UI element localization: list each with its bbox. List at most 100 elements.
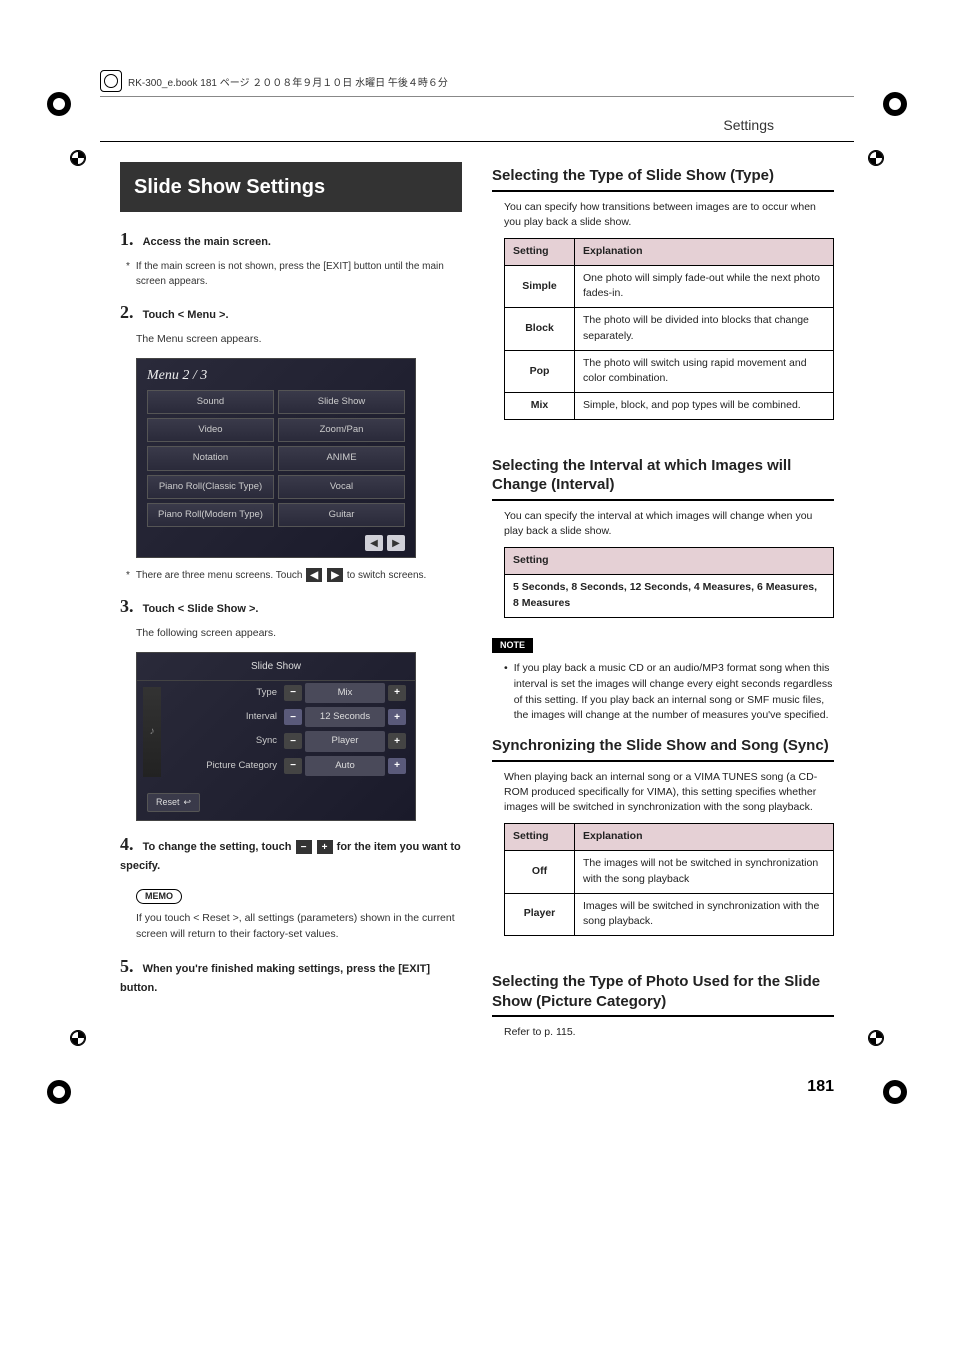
- asterisk-icon: *: [126, 259, 130, 289]
- menu-item: ANIME: [278, 446, 405, 470]
- slide-label: Sync: [175, 734, 283, 748]
- note-text: If you play back a music CD or an audio/…: [514, 661, 834, 724]
- minus-icon: −: [296, 840, 312, 854]
- step-1: 1. Access the main screen.: [120, 226, 462, 253]
- book-icon: [100, 70, 122, 92]
- page: RK-300_e.book 181 ページ ２００８年９月１０日 水曜日 午後４…: [0, 0, 954, 1136]
- slide-row-interval: Interval − 12 Seconds +: [167, 705, 415, 729]
- slide-row-type: Type − Mix +: [167, 681, 415, 705]
- slide-value: 12 Seconds: [305, 707, 385, 727]
- left-arrow-icon: ◀: [306, 568, 322, 582]
- right-column: Selecting the Type of Slide Show (Type) …: [492, 162, 834, 1048]
- step-3: 3. Touch < Slide Show >.: [120, 593, 462, 620]
- step-2-sub: The Menu screen appears.: [136, 332, 462, 348]
- type-table: SettingExplanation SimpleOne photo will …: [504, 238, 834, 420]
- step-2-note: * There are three menu screens. Touch ◀ …: [126, 568, 462, 583]
- step-text: Touch < Slide Show >.: [143, 603, 259, 615]
- memo-text: If you touch < Reset >, all settings (pa…: [136, 911, 462, 943]
- td-explanation: One photo will simply fade-out while the…: [575, 265, 834, 308]
- td-setting: Block: [505, 308, 575, 351]
- th-explanation: Explanation: [575, 238, 834, 265]
- step-5: 5. When you're finished making settings,…: [120, 953, 462, 997]
- note-text-pre: There are three menu screens. Touch: [136, 570, 305, 581]
- register-mark-icon: [868, 150, 884, 166]
- title-bar: Slide Show Settings: [120, 162, 462, 212]
- minus-icon: −: [284, 733, 302, 749]
- heading-picture-category: Selecting the Type of Photo Used for the…: [492, 972, 834, 1017]
- th-explanation: Explanation: [575, 824, 834, 851]
- register-mark-icon: [70, 1030, 86, 1046]
- step-text-pre: To change the setting, touch: [143, 841, 295, 853]
- step-text: When you're finished making settings, pr…: [120, 963, 430, 994]
- plus-icon: +: [317, 840, 333, 854]
- step-number: 4.: [120, 834, 134, 854]
- slide-label: Type: [175, 686, 283, 700]
- reset-label: Reset: [156, 796, 180, 810]
- minus-icon: −: [284, 685, 302, 701]
- plus-icon: +: [388, 758, 406, 774]
- section-heading: Settings: [100, 117, 854, 142]
- reset-button: Reset ↩: [147, 793, 200, 813]
- td-setting: Simple: [505, 265, 575, 308]
- plus-icon: +: [388, 709, 406, 725]
- asterisk-icon: *: [126, 568, 130, 583]
- menu-item: Video: [147, 418, 274, 442]
- minus-icon: −: [284, 709, 302, 725]
- slide-title: Slide Show: [137, 653, 415, 681]
- td-explanation: The photo will switch using rapid moveme…: [575, 350, 834, 393]
- memo-badge: MEMO: [136, 889, 182, 905]
- step-text: To change the setting, touch − + for the…: [120, 841, 461, 872]
- td-setting: Off: [505, 851, 575, 894]
- note-text: There are three menu screens. Touch ◀ ▶ …: [136, 568, 426, 583]
- bullet-icon: •: [504, 661, 508, 724]
- left-column: Slide Show Settings 1. Access the main s…: [120, 162, 462, 1048]
- note-text: If the main screen is not shown, press t…: [136, 259, 462, 289]
- step-3-sub: The following screen appears.: [136, 626, 462, 642]
- step-text: Touch < Menu >.: [143, 309, 229, 321]
- doc-header-bar: RK-300_e.book 181 ページ ２００８年９月１０日 水曜日 午後４…: [100, 70, 854, 97]
- menu-item: Sound: [147, 390, 274, 414]
- td-explanation: The images will not be switched in synch…: [575, 851, 834, 894]
- interval-table: Setting 5 Seconds, 8 Seconds, 12 Seconds…: [504, 547, 834, 617]
- note-icon: ♪: [143, 687, 161, 777]
- heading-type: Selecting the Type of Slide Show (Type): [492, 166, 834, 192]
- crop-mark-icon: [881, 1078, 909, 1106]
- menu-item: Slide Show: [278, 390, 405, 414]
- heading-interval: Selecting the Interval at which Images w…: [492, 456, 834, 501]
- sync-table: SettingExplanation OffThe images will no…: [504, 823, 834, 936]
- menu-item: Piano Roll(Classic Type): [147, 475, 274, 499]
- slide-show-screenshot: Slide Show ♪ Type − Mix + Interval −: [136, 652, 416, 822]
- th-setting: Setting: [505, 548, 834, 575]
- menu-item: Notation: [147, 446, 274, 470]
- td-explanation: Images will be switched in synchronizati…: [575, 893, 834, 936]
- slide-row-sync: Sync − Player +: [167, 729, 415, 753]
- th-setting: Setting: [505, 238, 575, 265]
- prev-page-icon: ◀: [365, 535, 383, 551]
- register-mark-icon: [868, 1030, 884, 1046]
- note-list: • If you play back a music CD or an audi…: [504, 661, 834, 724]
- menu-screenshot: Menu 2 / 3 SoundSlide Show VideoZoom/Pan…: [136, 358, 416, 558]
- slide-value: Mix: [305, 683, 385, 703]
- page-number: 181: [40, 1078, 834, 1096]
- note-text-post: to switch screens.: [347, 570, 426, 581]
- slide-row-picture-category: Picture Category − Auto +: [167, 754, 415, 778]
- step-1-note: * If the main screen is not shown, press…: [126, 259, 462, 289]
- crop-mark-icon: [45, 1078, 73, 1106]
- step-number: 5.: [120, 956, 134, 976]
- slide-label: Interval: [175, 710, 283, 724]
- step-number: 3.: [120, 596, 134, 616]
- note-badge: NOTE: [492, 638, 533, 654]
- slide-value: Auto: [305, 756, 385, 776]
- menu-item: Vocal: [278, 475, 405, 499]
- body-text: You can specify the interval at which im…: [504, 509, 834, 539]
- td-explanation: Simple, block, and pop types will be com…: [575, 393, 834, 420]
- step-2: 2. Touch < Menu >.: [120, 299, 462, 326]
- note-item: • If you play back a music CD or an audi…: [504, 661, 834, 724]
- td-setting: Mix: [505, 393, 575, 420]
- right-arrow-icon: ▶: [327, 568, 343, 582]
- slide-value: Player: [305, 731, 385, 751]
- td-values: 5 Seconds, 8 Seconds, 12 Seconds, 4 Meas…: [505, 575, 834, 618]
- crop-mark-icon: [881, 90, 909, 118]
- crop-mark-icon: [45, 90, 73, 118]
- td-explanation: The photo will be divided into blocks th…: [575, 308, 834, 351]
